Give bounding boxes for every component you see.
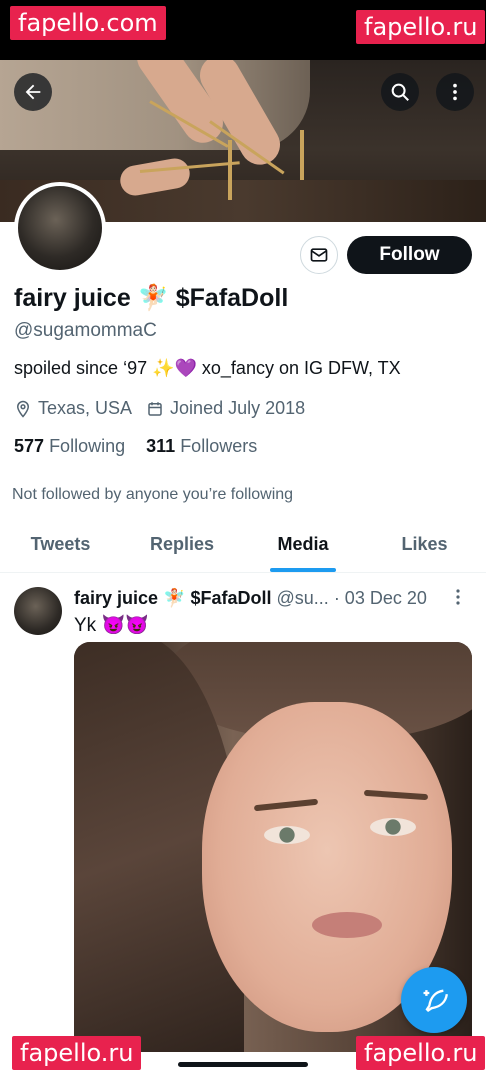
calendar-icon [148, 401, 162, 416]
profile-meta: Texas, USA Joined July 2018 [14, 398, 305, 419]
following-link[interactable]: 577 Following [14, 436, 125, 456]
profile-handle: @sugamommaC [14, 320, 157, 341]
tab-tweets[interactable]: Tweets [0, 534, 121, 555]
profile-counts: 577 Following 311 Followers [14, 436, 257, 457]
message-button[interactable] [300, 236, 338, 274]
followers-count: 311 [146, 436, 176, 456]
search-button[interactable] [381, 73, 419, 111]
back-arrow-icon [25, 84, 41, 100]
envelope-icon [310, 248, 328, 262]
status-bar: fapello.com ✱ ✕ fapello.ru [0, 0, 486, 60]
tweet-more-button[interactable] [455, 588, 461, 606]
watermark-top-left: fapello.com [10, 6, 166, 40]
tab-media[interactable]: Media [243, 534, 363, 555]
watermark-bottom-left: fapello.ru [12, 1036, 142, 1070]
tab-replies[interactable]: Replies [121, 534, 243, 555]
profile-tabs: Tweets Replies Media Likes [0, 522, 486, 573]
following-count: 577 [14, 436, 45, 456]
profile-bio: spoiled since ‘97 ✨💜 xo_fancy on IG DFW,… [14, 358, 401, 378]
tweet-author-avatar[interactable] [14, 587, 62, 635]
tweet-author-name[interactable]: fairy juice 🧚🏻 $FafaDoll [74, 588, 271, 608]
not-followed-notice: Not followed by anyone you’re following [12, 486, 294, 503]
watermark-bottom-right: fapello.ru [356, 1036, 486, 1070]
tab-likes[interactable]: Likes [363, 534, 486, 555]
profile-display-name: fairy juice 🧚🏻 $FafaDoll [14, 284, 289, 312]
back-button[interactable] [14, 73, 52, 111]
watermark-top-right: fapello.ru [356, 10, 486, 44]
more-vertical-icon [456, 589, 460, 605]
tweet-text: Yk 😈😈 [74, 615, 149, 636]
followers-link[interactable]: 311 Followers [146, 436, 257, 456]
tweet-date: · 03 Dec 20 [333, 588, 427, 608]
following-label: Following [49, 436, 126, 456]
active-tab-indicator [270, 568, 336, 572]
profile-location: Texas, USA [38, 398, 133, 418]
tweet-author-handle: @su... [276, 588, 329, 608]
more-vertical-icon [453, 83, 457, 101]
more-options-button[interactable] [436, 73, 474, 111]
profile-joined-date: Joined July 2018 [170, 398, 306, 418]
followers-label: Followers [180, 436, 258, 456]
compose-tweet-button[interactable] [401, 967, 467, 1033]
profile-avatar[interactable] [14, 182, 106, 274]
search-icon [391, 83, 409, 101]
home-indicator[interactable] [178, 1062, 308, 1067]
location-pin-icon [16, 400, 30, 418]
tweet-header: fairy juice 🧚🏻 $FafaDoll @su... · 03 Dec… [74, 588, 427, 609]
compose-feather-icon [423, 989, 448, 1013]
follow-button[interactable]: Follow [347, 236, 472, 274]
